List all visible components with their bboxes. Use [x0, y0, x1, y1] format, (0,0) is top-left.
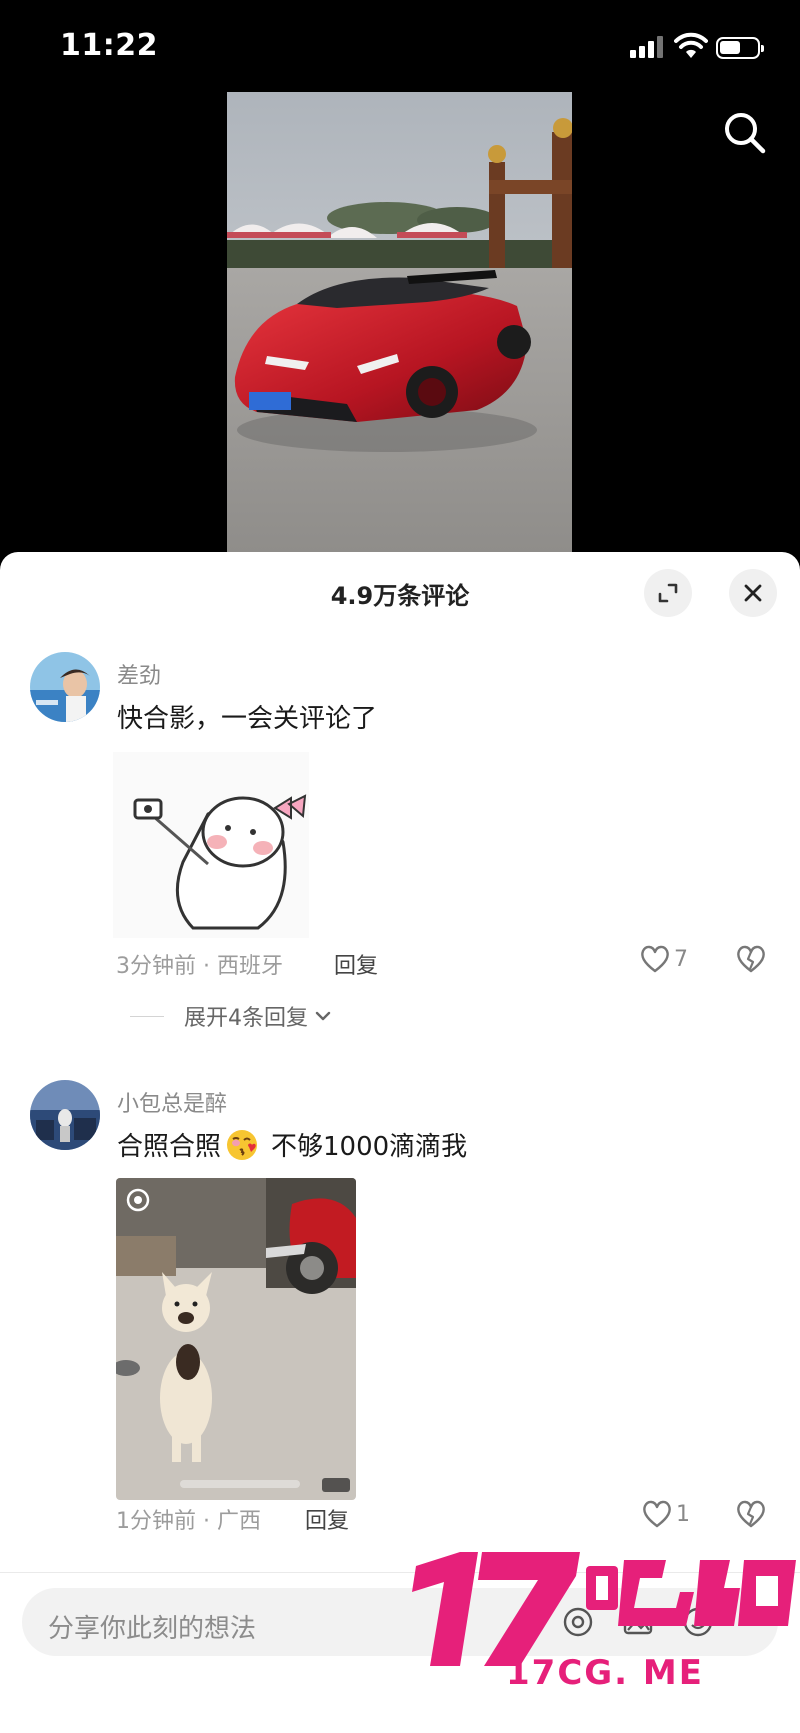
- comment-input-placeholder: 分享你此刻的想法: [48, 1614, 257, 1644]
- search-icon[interactable]: [720, 108, 770, 158]
- like-count: 7: [674, 946, 688, 972]
- comment-meta: 3分钟前 · 西班牙: [116, 954, 283, 979]
- video-player[interactable]: [227, 92, 572, 552]
- like-button[interactable]: 7: [640, 945, 688, 973]
- status-bar: 11:22: [0, 0, 800, 96]
- like-button[interactable]: 1: [642, 1500, 690, 1528]
- expand-replies-label: 展开4条回复: [184, 1006, 308, 1031]
- reply-button[interactable]: 回复: [334, 948, 378, 980]
- attached-video-thumbnail[interactable]: [116, 1178, 356, 1500]
- watermark-url: 17CG. ME: [506, 1653, 704, 1693]
- kissing-face-emoji-icon: [227, 1129, 258, 1160]
- close-button[interactable]: [729, 569, 777, 617]
- sticker-image[interactable]: [113, 752, 309, 938]
- site-watermark: 17CG. ME: [408, 1548, 800, 1693]
- site-logo: 17CG. ME: [412, 1552, 796, 1693]
- comment-text: 快合影，一会关评论了: [117, 704, 378, 734]
- broken-heart-icon[interactable]: [736, 1500, 766, 1528]
- expand-replies-button[interactable]: 展开4条回复: [130, 1000, 332, 1032]
- cellular-signal-icon: [630, 36, 664, 58]
- wifi-icon: [674, 32, 708, 58]
- expand-panel-button[interactable]: [644, 569, 692, 617]
- expand-icon: [658, 583, 678, 603]
- comment-text: 合照合照 不够1000滴滴我: [117, 1126, 467, 1163]
- close-icon: [744, 584, 762, 602]
- chevron-down-icon: [315, 1011, 331, 1021]
- avatar[interactable]: [30, 1080, 100, 1150]
- status-time: 11:22: [60, 28, 158, 63]
- like-count: 1: [676, 1501, 690, 1527]
- comment-username[interactable]: 小包总是醉: [117, 1086, 227, 1118]
- battery-icon: [716, 37, 764, 59]
- heart-icon: [641, 945, 669, 973]
- divider: [130, 1015, 164, 1017]
- reply-button[interactable]: 回复: [305, 1503, 349, 1535]
- comment-text-part: 不够1000滴滴我: [271, 1132, 468, 1162]
- avatar[interactable]: [30, 652, 100, 722]
- comment-username[interactable]: 差劲: [117, 658, 161, 690]
- broken-heart-icon[interactable]: [736, 945, 766, 973]
- heart-icon: [643, 1500, 671, 1528]
- comment-text-part: 合照合照: [117, 1132, 222, 1162]
- comment-meta: 1分钟前 · 广西: [116, 1509, 261, 1534]
